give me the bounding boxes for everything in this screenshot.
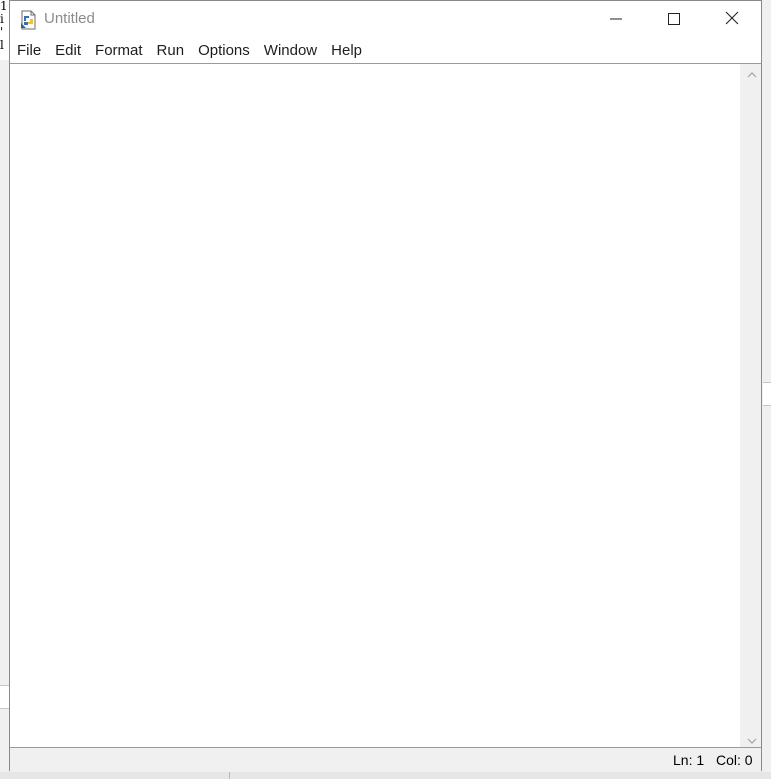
menu-help[interactable]: Help bbox=[325, 38, 368, 64]
code-editor-area[interactable] bbox=[10, 64, 740, 747]
background-panel-right bbox=[763, 382, 771, 406]
minimize-icon bbox=[610, 10, 622, 29]
chevron-down-icon bbox=[747, 729, 757, 748]
maximize-icon bbox=[668, 10, 680, 29]
menu-edit[interactable]: Edit bbox=[49, 38, 87, 64]
maximize-button[interactable] bbox=[645, 1, 703, 38]
status-column-number: Col: 0 bbox=[716, 752, 753, 768]
close-button[interactable] bbox=[703, 1, 761, 38]
chevron-up-icon bbox=[747, 63, 757, 82]
status-bar: Ln: 1 Col: 0 bbox=[10, 747, 761, 771]
menu-bar: File Edit Format Run Options Window Help bbox=[10, 38, 761, 64]
menu-window[interactable]: Window bbox=[258, 38, 323, 64]
scroll-up-button[interactable] bbox=[741, 64, 762, 81]
title-bar[interactable]: Untitled bbox=[10, 1, 761, 38]
status-line-number: Ln: 1 bbox=[673, 752, 705, 768]
idle-editor-window: Untitled File Edit Format Run Options Wi… bbox=[9, 0, 762, 771]
menu-run[interactable]: Run bbox=[151, 38, 191, 64]
menu-options[interactable]: Options bbox=[192, 38, 256, 64]
menu-file[interactable]: File bbox=[11, 38, 47, 64]
close-icon bbox=[725, 10, 739, 29]
scroll-down-button[interactable] bbox=[741, 730, 762, 747]
menu-format[interactable]: Format bbox=[89, 38, 149, 64]
window-title: Untitled bbox=[44, 10, 95, 27]
python-file-icon bbox=[19, 10, 39, 30]
background-taskbar-strip bbox=[0, 772, 771, 779]
vertical-scrollbar[interactable] bbox=[740, 64, 761, 747]
minimize-button[interactable] bbox=[587, 1, 645, 38]
